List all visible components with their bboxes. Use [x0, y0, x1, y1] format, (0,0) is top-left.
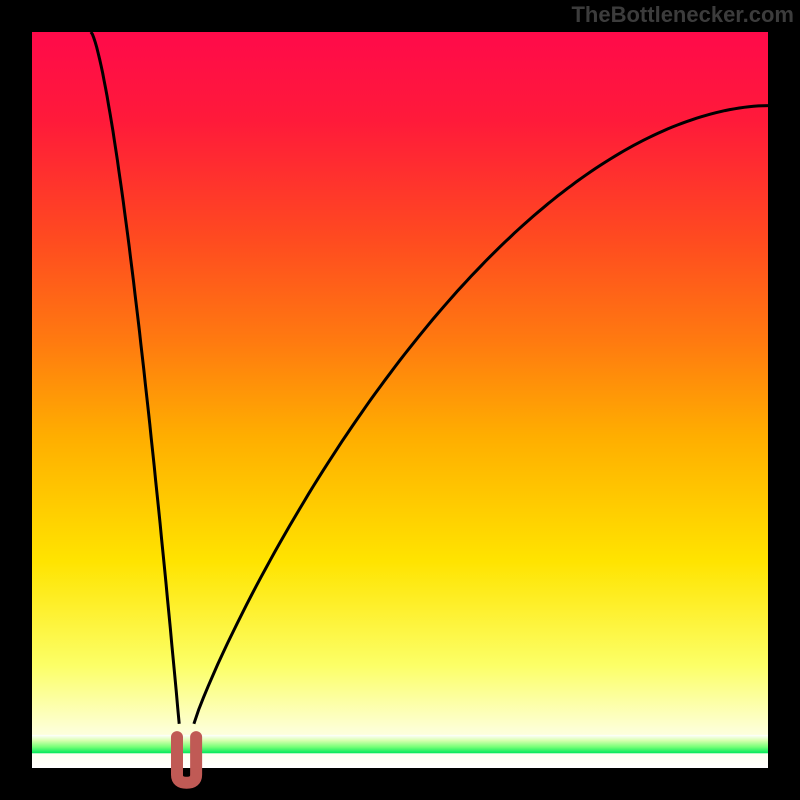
- bottom-green-band: [32, 735, 768, 753]
- watermark-text: TheBottlenecker.com: [571, 2, 794, 28]
- gradient-panel: [32, 32, 768, 768]
- bottleneck-chart: [0, 0, 800, 800]
